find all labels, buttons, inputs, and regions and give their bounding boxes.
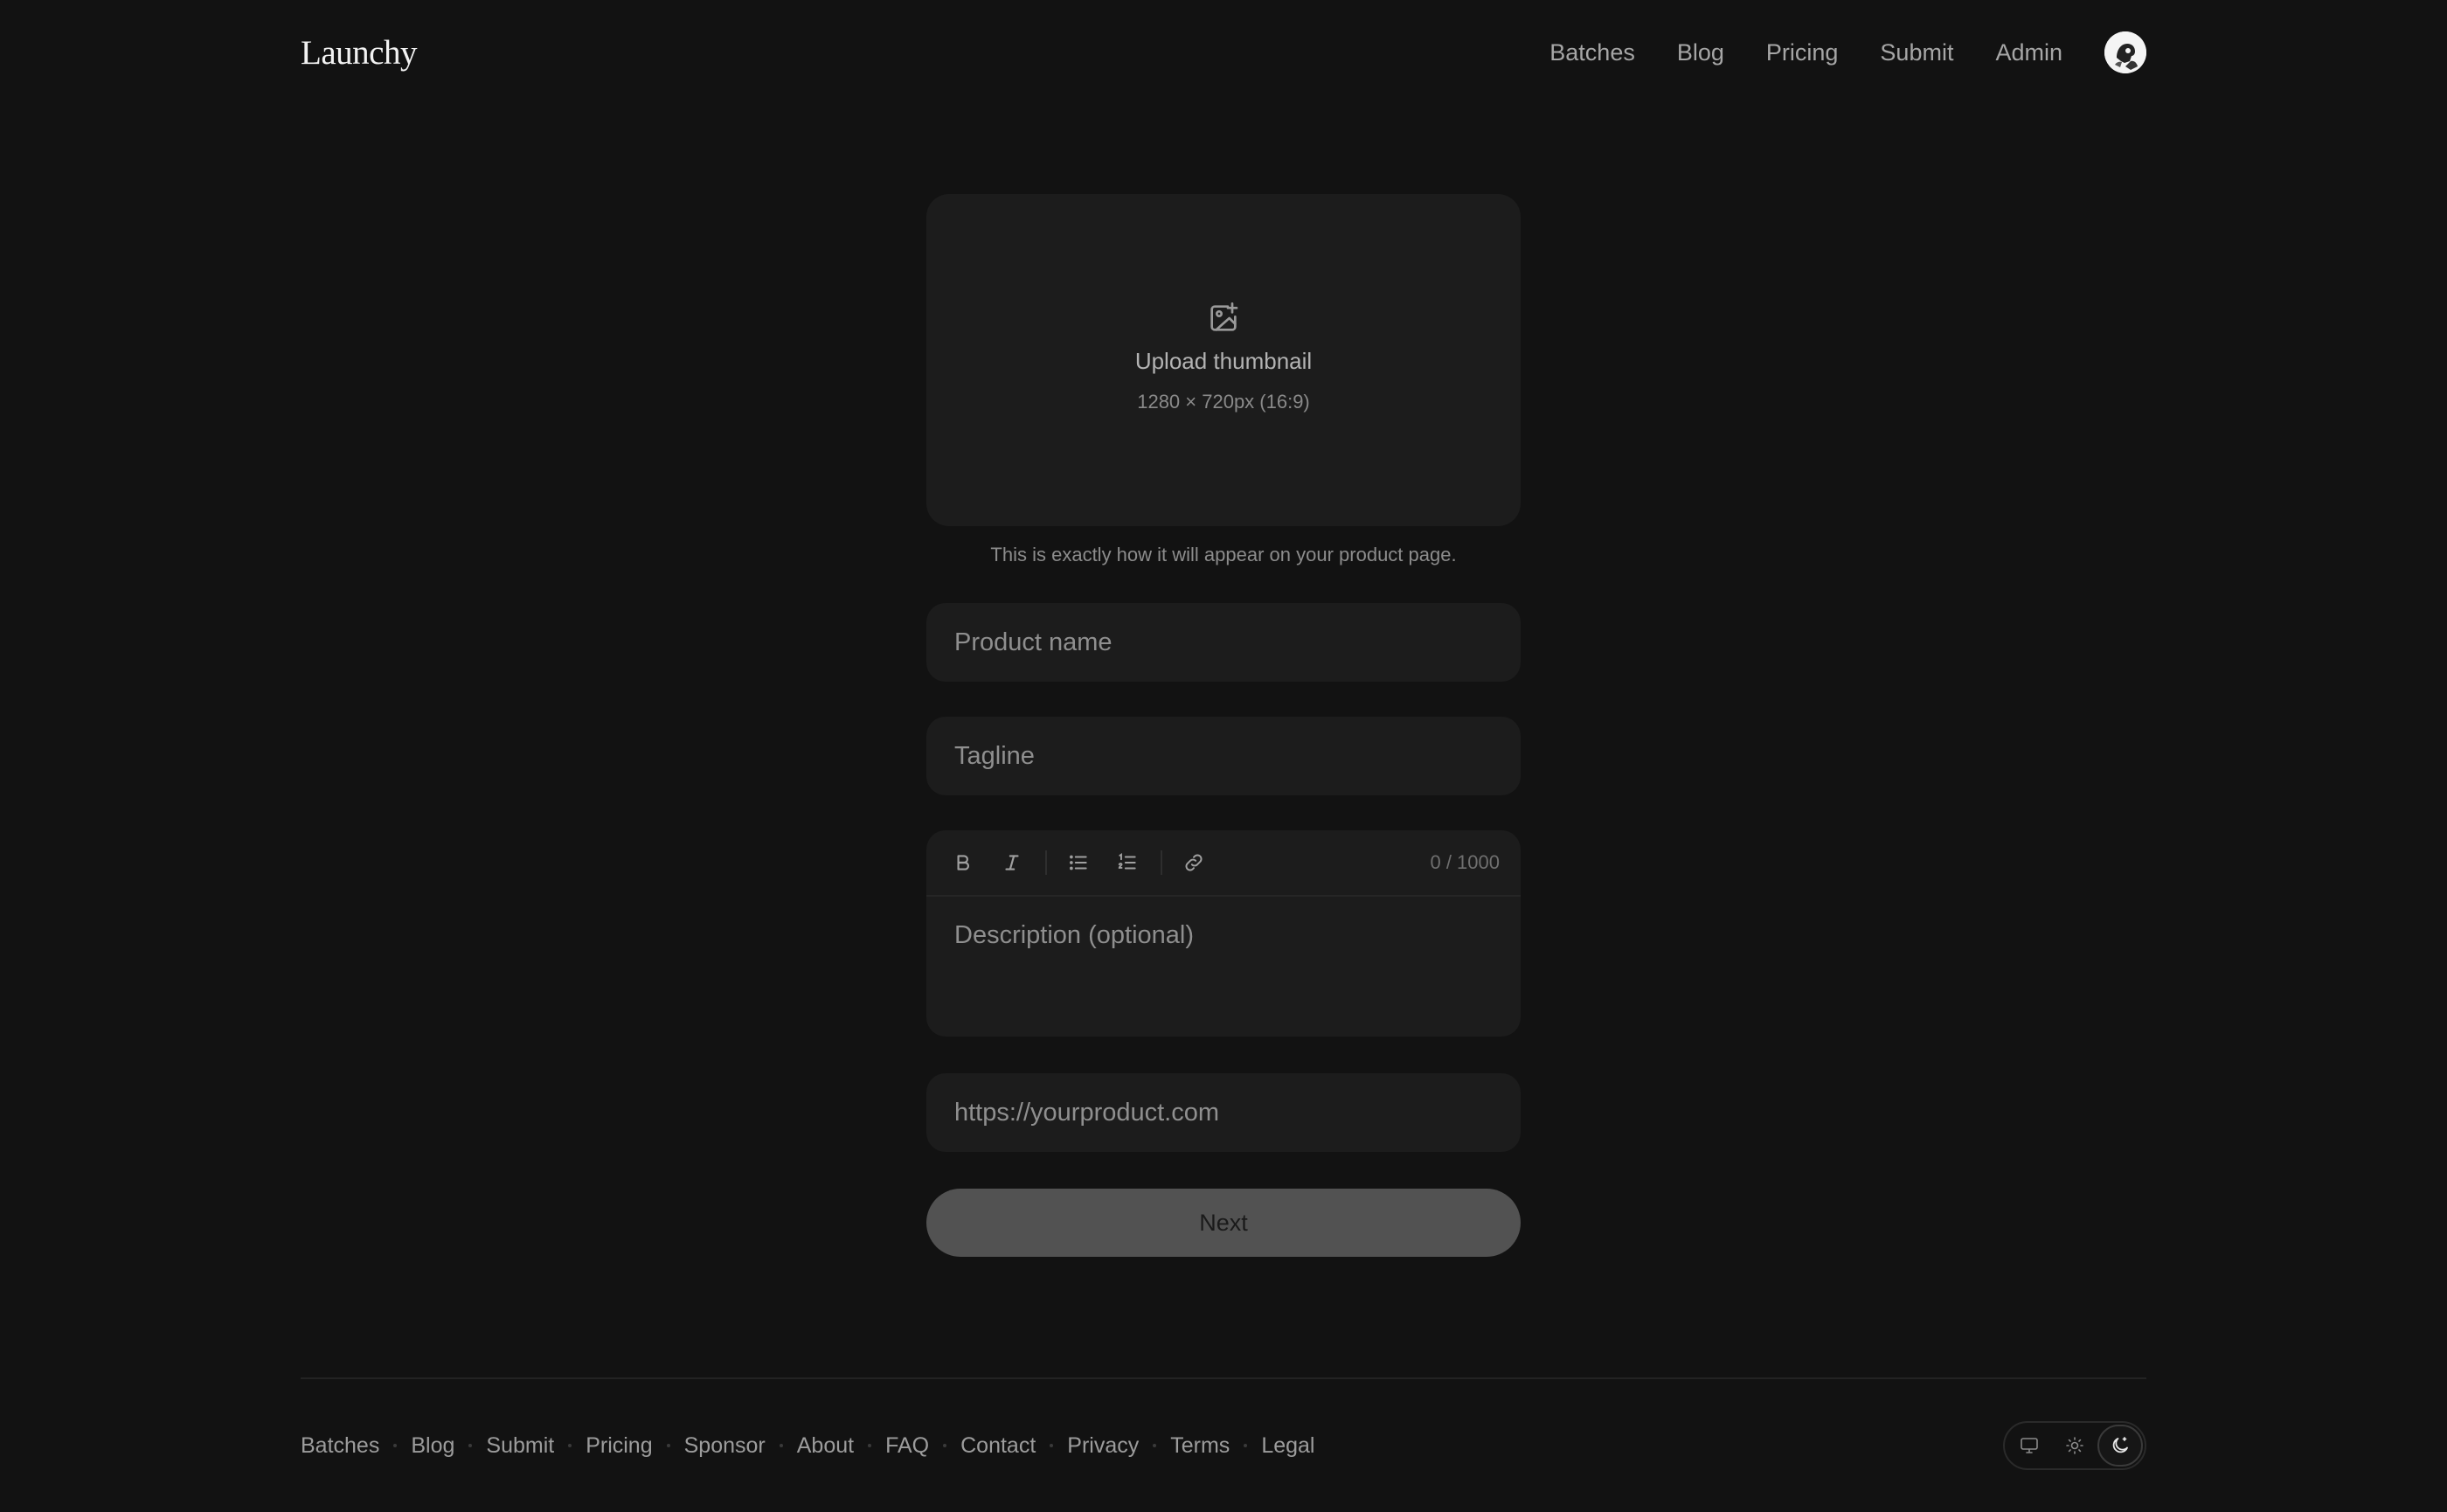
footer-links: Batches Blog Submit Pricing Sponsor Abou… [301, 1433, 1314, 1459]
image-plus-icon [1210, 302, 1238, 331]
footer-separator [943, 1444, 947, 1447]
toolbar-divider [1161, 850, 1162, 875]
bullet-list-button[interactable] [1061, 845, 1096, 880]
footer-link-contact[interactable]: Contact [960, 1433, 1036, 1459]
site-header: Launchy Batches Blog Pricing Submit Admi… [301, 26, 2146, 79]
brand-logo[interactable]: Launchy [301, 33, 417, 73]
footer-link-pricing[interactable]: Pricing [586, 1433, 652, 1459]
theme-switcher [2003, 1421, 2146, 1470]
footer-separator [1153, 1444, 1157, 1447]
product-url-input[interactable] [926, 1073, 1521, 1152]
avatar-illustration-icon [2104, 31, 2146, 73]
theme-light-button[interactable] [2052, 1425, 2097, 1467]
upload-dimensions: 1280 × 720px (16:9) [1137, 390, 1310, 413]
monitor-icon [2021, 1438, 2038, 1453]
footer-link-batches[interactable]: Batches [301, 1433, 379, 1459]
footer-separator [1050, 1444, 1054, 1447]
numbered-list-button[interactable] [1110, 845, 1145, 880]
footer-link-sponsor[interactable]: Sponsor [684, 1433, 766, 1459]
moon-icon [2112, 1437, 2128, 1453]
footer-separator [1244, 1444, 1248, 1447]
main-nav: Batches Blog Pricing Submit Admin [1508, 31, 2146, 73]
nav-link-admin[interactable]: Admin [1995, 39, 2062, 66]
nav-link-blog[interactable]: Blog [1677, 39, 1724, 66]
page: Launchy Batches Blog Pricing Submit Admi… [0, 0, 2447, 1512]
description-editor: 0 / 1000 [926, 830, 1521, 1037]
product-name-input[interactable] [926, 603, 1521, 682]
footer-separator [393, 1444, 398, 1447]
nav-link-submit[interactable]: Submit [1880, 39, 1953, 66]
bold-icon [957, 855, 970, 870]
link-button[interactable] [1176, 845, 1211, 880]
theme-system-button[interactable] [2007, 1425, 2052, 1467]
thumbnail-upload-area[interactable]: Upload thumbnail 1280 × 720px (16:9) [926, 194, 1521, 526]
description-textarea[interactable] [926, 897, 1521, 1035]
footer-separator [666, 1444, 670, 1447]
theme-dark-button[interactable] [2097, 1425, 2143, 1467]
user-avatar[interactable] [2104, 31, 2146, 73]
footer-link-submit[interactable]: Submit [486, 1433, 554, 1459]
footer-link-blog[interactable]: Blog [411, 1433, 454, 1459]
footer-divider [301, 1377, 2146, 1379]
footer-link-legal[interactable]: Legal [1261, 1433, 1314, 1459]
footer-separator [468, 1444, 473, 1447]
italic-button[interactable] [995, 845, 1029, 880]
footer-separator [868, 1444, 872, 1447]
footer-link-faq[interactable]: FAQ [885, 1433, 929, 1459]
footer-separator [779, 1444, 783, 1447]
nav-link-pricing[interactable]: Pricing [1766, 39, 1839, 66]
numbered-list-icon [1118, 852, 1136, 870]
next-button[interactable]: Next [926, 1189, 1521, 1257]
sun-icon [2066, 1437, 2083, 1454]
footer-link-privacy[interactable]: Privacy [1067, 1433, 1139, 1459]
editor-toolbar: 0 / 1000 [926, 830, 1521, 897]
footer-link-about[interactable]: About [797, 1433, 854, 1459]
toolbar-divider [1045, 850, 1047, 875]
upload-hint: This is exactly how it will appear on yo… [990, 544, 1457, 565]
site-footer: Batches Blog Submit Pricing Sponsor Abou… [301, 1421, 2146, 1470]
italic-icon [1005, 855, 1019, 870]
submit-form: Upload thumbnail 1280 × 720px (16:9) Thi… [926, 194, 1521, 1257]
tagline-input[interactable] [926, 717, 1521, 795]
footer-separator [568, 1444, 572, 1447]
link-icon [1185, 854, 1203, 871]
nav-link-batches[interactable]: Batches [1549, 39, 1635, 66]
footer-link-terms[interactable]: Terms [1170, 1433, 1230, 1459]
upload-title: Upload thumbnail [1134, 347, 1313, 374]
character-counter: 0 / 1000 [1430, 851, 1500, 873]
bullet-list-icon [1070, 855, 1087, 870]
bold-button[interactable] [946, 845, 981, 880]
